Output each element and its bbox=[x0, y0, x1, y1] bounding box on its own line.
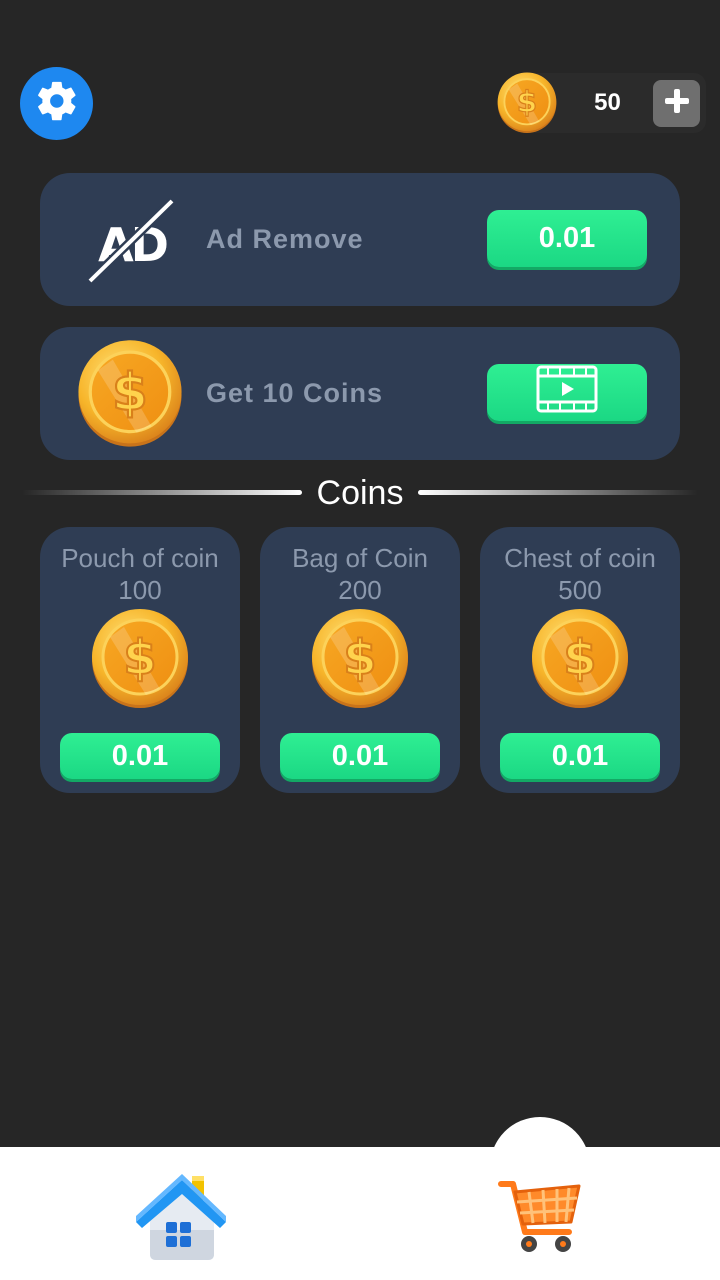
coins-section-header: Coins bbox=[0, 470, 720, 516]
bottom-nav bbox=[0, 1147, 720, 1280]
video-play-icon bbox=[535, 364, 599, 422]
divider-line bbox=[418, 490, 698, 495]
product-name: Bag of Coin bbox=[292, 543, 428, 573]
coin-icon bbox=[308, 605, 412, 713]
product-amount: 500 bbox=[558, 575, 602, 605]
nav-shop-button[interactable] bbox=[495, 1170, 585, 1260]
ad-remove-buy-button[interactable]: 0.01 bbox=[487, 210, 647, 267]
shopping-cart-icon bbox=[495, 1181, 585, 1264]
product-amount: 100 bbox=[118, 575, 162, 605]
coin-icon bbox=[74, 336, 186, 452]
buy-button[interactable]: 0.01 bbox=[60, 733, 220, 779]
free-coins-card: Get 10 Coins bbox=[40, 327, 680, 460]
coin-icon bbox=[88, 605, 192, 713]
settings-button[interactable] bbox=[20, 67, 93, 140]
product-card-chest: Chest of coin 500 0.01 bbox=[480, 527, 680, 793]
product-name: Chest of coin bbox=[504, 543, 656, 573]
coin-count: 50 bbox=[594, 89, 621, 116]
ad-remove-label: Ad Remove bbox=[206, 224, 364, 254]
section-title: Coins bbox=[316, 474, 404, 512]
product-amount: 200 bbox=[338, 575, 382, 605]
coin-icon bbox=[528, 605, 632, 713]
home-icon bbox=[130, 1174, 230, 1269]
plus-icon bbox=[664, 88, 690, 119]
divider-line bbox=[22, 490, 302, 495]
product-card-pouch: Pouch of coin 100 0.01 bbox=[40, 527, 240, 793]
gear-icon bbox=[34, 78, 80, 129]
product-name: Pouch of coin bbox=[61, 543, 219, 573]
free-coins-label: Get 10 Coins bbox=[206, 378, 384, 408]
no-ads-icon: AD bbox=[84, 195, 180, 287]
watch-video-button[interactable] bbox=[487, 364, 647, 421]
nav-home-button[interactable] bbox=[130, 1170, 230, 1265]
buy-button[interactable]: 0.01 bbox=[280, 733, 440, 779]
buy-button[interactable]: 0.01 bbox=[500, 733, 660, 779]
product-card-bag: Bag of Coin 200 0.01 bbox=[260, 527, 460, 793]
coin-icon bbox=[494, 70, 560, 136]
ad-remove-card: AD Ad Remove 0.01 bbox=[40, 173, 680, 306]
add-coins-button[interactable] bbox=[653, 80, 700, 127]
